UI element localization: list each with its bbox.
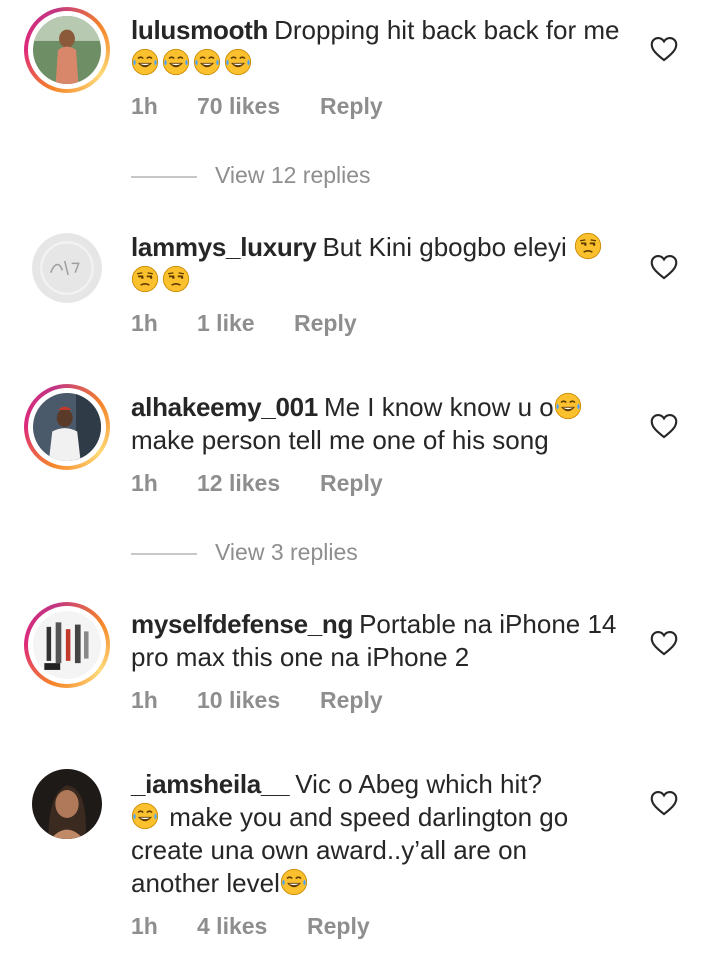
avatar-image xyxy=(32,233,102,303)
comment-body: Vic o Abeg which hit? xyxy=(295,769,542,799)
like-count[interactable]: 1 like xyxy=(197,307,294,339)
comment-username[interactable]: alhakeemy_001 xyxy=(131,392,318,422)
emoji-group xyxy=(554,392,585,422)
face-with-tears-of-joy-icon xyxy=(554,392,581,420)
comment-body-continued: make you and speed darlington go create … xyxy=(131,802,569,898)
avatar[interactable] xyxy=(24,384,110,470)
reply-button[interactable]: Reply xyxy=(320,90,383,122)
avatar-image xyxy=(32,769,102,839)
face-with-tears-of-joy-icon xyxy=(162,48,190,76)
avatar-image xyxy=(33,16,101,84)
heart-outline-icon[interactable] xyxy=(650,790,678,816)
divider xyxy=(131,552,197,555)
comment-username[interactable]: _iamsheila__ xyxy=(131,769,290,799)
heart-outline-icon[interactable] xyxy=(650,36,678,62)
comment-meta: 1h 70 likes Reply xyxy=(131,90,383,122)
reply-button[interactable]: Reply xyxy=(294,307,357,339)
reply-button[interactable]: Reply xyxy=(320,467,383,499)
comment-text: lulusmooth Dropping hit back back for me xyxy=(131,14,621,80)
comment-text: alhakeemy_001 Me I know know u o make per… xyxy=(131,391,621,457)
view-replies-label[interactable]: View 12 replies xyxy=(215,162,371,188)
reply-button[interactable]: Reply xyxy=(307,910,370,942)
emoji-trailing xyxy=(280,868,311,898)
comment-time: 1h xyxy=(131,93,158,119)
comment-meta: 1h 10 likes Reply xyxy=(131,684,383,716)
emoji-group xyxy=(131,802,162,832)
unamused-face-icon xyxy=(131,265,159,293)
comment-meta: 1h 12 likes Reply xyxy=(131,467,383,499)
view-replies-link[interactable]: View 3 replies xyxy=(131,537,358,567)
comment-time: 1h xyxy=(131,687,158,713)
face-with-tears-of-joy-icon xyxy=(280,868,308,896)
comment-text: myselfdefense_ng Portable na iPhone 14 pr… xyxy=(131,608,621,674)
face-with-tears-of-joy-icon xyxy=(131,48,159,76)
avatar-image xyxy=(33,393,101,461)
comment-body: But Kini gbogbo eleyi xyxy=(322,232,574,262)
like-count[interactable]: 10 likes xyxy=(197,684,320,716)
view-replies-label[interactable]: View 3 replies xyxy=(215,539,358,565)
comment-body: Me I know know u o xyxy=(323,392,554,422)
comment-body-continued: make person tell me one of his song xyxy=(131,425,549,455)
avatar[interactable] xyxy=(24,761,110,847)
comment-username[interactable]: lammys_luxury xyxy=(131,232,317,262)
face-with-tears-of-joy-icon xyxy=(131,802,159,830)
comment-meta: 1h 1 like Reply xyxy=(131,307,357,339)
like-count[interactable]: 70 likes xyxy=(197,90,320,122)
comment-time: 1h xyxy=(131,913,158,939)
divider xyxy=(131,175,197,178)
comment-username[interactable]: lulusmooth xyxy=(131,15,268,45)
avatar-image xyxy=(33,611,101,679)
heart-outline-icon[interactable] xyxy=(650,413,678,439)
unamused-face-icon xyxy=(574,232,602,260)
comment-time: 1h xyxy=(131,470,158,496)
like-count[interactable]: 4 likes xyxy=(197,910,307,942)
comment-username[interactable]: myselfdefense_ng xyxy=(131,609,353,639)
comment-body: Dropping hit back back for me xyxy=(274,15,620,45)
heart-outline-icon[interactable] xyxy=(650,630,678,656)
like-count[interactable]: 12 likes xyxy=(197,467,320,499)
comment-time: 1h xyxy=(131,310,158,336)
face-with-tears-of-joy-icon xyxy=(193,48,221,76)
avatar[interactable] xyxy=(24,225,110,311)
emoji-group xyxy=(131,48,255,78)
comment-text: lammys_luxury But Kini gbogbo eleyi xyxy=(131,231,621,297)
comment-text: _iamsheila__ Vic o Abeg which hit? make y… xyxy=(131,768,621,900)
view-replies-link[interactable]: View 12 replies xyxy=(131,160,371,190)
avatar[interactable] xyxy=(24,7,110,93)
heart-outline-icon[interactable] xyxy=(650,254,678,280)
reply-button[interactable]: Reply xyxy=(320,684,383,716)
comment-meta: 1h 4 likes Reply xyxy=(131,910,370,942)
face-with-tears-of-joy-icon xyxy=(224,48,252,76)
avatar[interactable] xyxy=(24,602,110,688)
unamused-face-icon xyxy=(162,265,190,293)
